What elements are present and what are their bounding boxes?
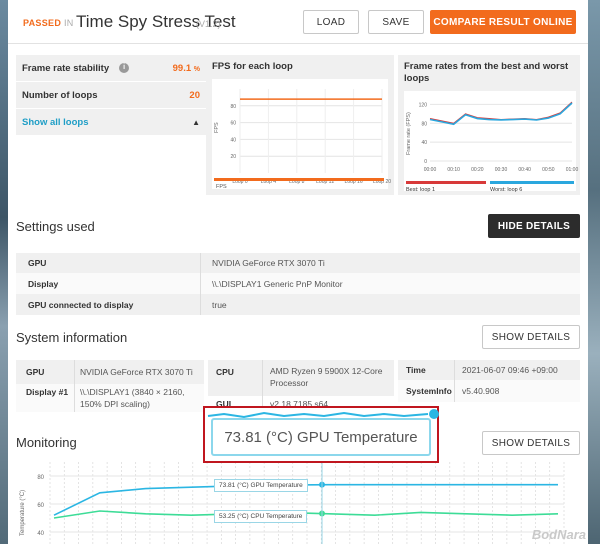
tooltip-marker xyxy=(429,409,439,419)
sysinfo-cpu-value: AMD Ryzen 9 5900X 12-Core Processor xyxy=(270,366,383,388)
sysinfo-gpu-key: GPU xyxy=(26,367,45,377)
best-legend-bar xyxy=(406,181,486,184)
worst-legend-label: Worst: loop 6 xyxy=(490,187,522,193)
header: PASSED IN Time Spy Stress Test (V1.2) LO… xyxy=(8,0,588,44)
fps-legend-bar xyxy=(214,178,384,181)
bw-x-tick-label: 00:40 xyxy=(518,167,531,173)
mon-y-tick-label: 40 xyxy=(37,531,44,537)
load-button[interactable]: LOAD xyxy=(303,10,359,34)
fps-chart: 80604020Loop 0 Loop 4 Loop 8 Loop 12 Loop 16… xyxy=(212,79,391,190)
bw-y-tick-label: 80 xyxy=(421,121,427,127)
settings-divider xyxy=(200,253,201,315)
best-legend-label: Best: loop 1 xyxy=(406,187,435,193)
monitoring-chart: 80 60 40 Temperature (°C) xyxy=(20,462,565,544)
stability-label: Frame rate stability xyxy=(22,62,110,74)
cpu-temp-label: 53.25 (°C) CPU Temperature xyxy=(214,510,308,523)
compare-online-button[interactable]: COMPARE RESULT ONLINE xyxy=(430,10,576,34)
settings-key: Display xyxy=(28,278,59,289)
settings-key: GPU connected to display xyxy=(28,299,134,310)
passed-badge: PASSED IN xyxy=(23,18,74,28)
settings-heading: Settings used xyxy=(16,219,95,234)
bw-y-tick-label: 0 xyxy=(424,159,427,165)
background-right xyxy=(588,0,600,544)
fps-legend-label: FPS xyxy=(216,184,227,190)
sysinfo-cpu-key: CPU xyxy=(216,367,234,377)
sysinfo-divider xyxy=(262,360,263,408)
stability-value: 99.1 % xyxy=(172,62,200,74)
tooltip-sparkline-line xyxy=(207,411,429,419)
watermark: BodNara xyxy=(531,527,586,542)
fps-y-axis-label: FPS xyxy=(214,122,220,133)
worst-legend-bar xyxy=(490,181,574,184)
sysinfo-gpu-value: NVIDIA GeForce RTX 3070 Ti xyxy=(80,367,193,377)
show-all-loops-toggle[interactable]: Show all loops ▲ xyxy=(16,109,206,135)
settings-value: true xyxy=(212,299,227,310)
fps-plot-bg xyxy=(212,79,388,189)
gpu-temp-tooltip: 73.81 (°C) GPU Temperature xyxy=(211,418,431,456)
sysinfo-display-value: \\.\DISPLAY1 (3840 × 2160, 150% DPI scal… xyxy=(80,387,185,409)
hide-details-button[interactable]: HIDE DETAILS xyxy=(488,214,580,238)
best-worst-chart: 120 80 40 0 00:00 00:10 00:20 00:30 00:40 00:50 01… xyxy=(404,91,579,193)
mon-y-tick-label: 60 xyxy=(37,503,44,509)
loops-label: Number of loops xyxy=(22,89,98,101)
version-label: (V1.2) xyxy=(196,19,221,29)
frame-rate-stability-row: Frame rate stability i 99.1 % xyxy=(16,55,206,81)
bw-x-tick-label: 01:00 xyxy=(566,167,579,173)
fps-y-tick-label: 20 xyxy=(230,154,236,160)
bw-x-tick-label: 00:20 xyxy=(471,167,484,173)
caret-up-icon: ▲ xyxy=(192,117,200,127)
sysinfo-display-key: Display #1 xyxy=(26,387,69,397)
bw-x-tick-label: 00:30 xyxy=(495,167,508,173)
gpu-temp-label: 73.81 (°C) GPU Temperature xyxy=(214,479,308,492)
mon-y-tick-label: 80 xyxy=(37,475,44,481)
best-worst-chart-box: Frame rates from the best and worst loop… xyxy=(398,55,580,195)
settings-value: NVIDIA GeForce RTX 3070 Ti xyxy=(212,258,325,268)
background-left xyxy=(0,0,8,544)
bw-y-tick-label: 120 xyxy=(419,102,428,108)
sysinfo-show-details-button[interactable]: SHOW DETAILS xyxy=(482,325,580,349)
fps-y-tick-label: 40 xyxy=(230,137,236,143)
bw-y-axis-label: Frame rate (FPS) xyxy=(406,112,412,155)
fps-y-tick-label: 60 xyxy=(230,121,236,127)
bw-plot-bg xyxy=(404,91,576,191)
settings-key: GPU xyxy=(28,258,47,268)
bw-y-tick-label: 40 xyxy=(421,140,427,146)
settings-value: \\.\DISPLAY1 Generic PnP Monitor xyxy=(212,278,343,289)
sysinfo-time-value: 2021-06-07 09:46 +09:00 xyxy=(462,365,558,375)
loops-value: 20 xyxy=(189,89,200,101)
sysinfo-time-key: Time xyxy=(406,365,426,375)
mon-y-axis-label: Temperature (°C) xyxy=(20,490,26,536)
number-of-loops-row: Number of loops 20 xyxy=(16,82,206,108)
save-button[interactable]: SAVE xyxy=(368,10,424,34)
fps-y-tick-label: 80 xyxy=(230,104,236,110)
bw-x-tick-label: 00:50 xyxy=(542,167,555,173)
system-info-heading: System information xyxy=(16,330,128,345)
info-icon[interactable]: i xyxy=(119,63,130,73)
monitoring-heading: Monitoring xyxy=(16,435,77,450)
fps-chart-box: FPS for each loop 80 60 40 20 Loop 0 Loop 4 Lo… xyxy=(206,55,394,195)
bw-x-tick-label: 00:00 xyxy=(424,167,437,173)
show-all-loops-link[interactable]: Show all loops xyxy=(22,117,89,128)
sysinfo-systeminfo-value: v5.40.908 xyxy=(462,386,500,396)
bw-x-tick-label: 00:10 xyxy=(447,167,460,173)
sysinfo-systeminfo-key: SystemInfo xyxy=(406,386,452,396)
monitoring-show-details-button[interactable]: SHOW DETAILS xyxy=(482,431,580,455)
